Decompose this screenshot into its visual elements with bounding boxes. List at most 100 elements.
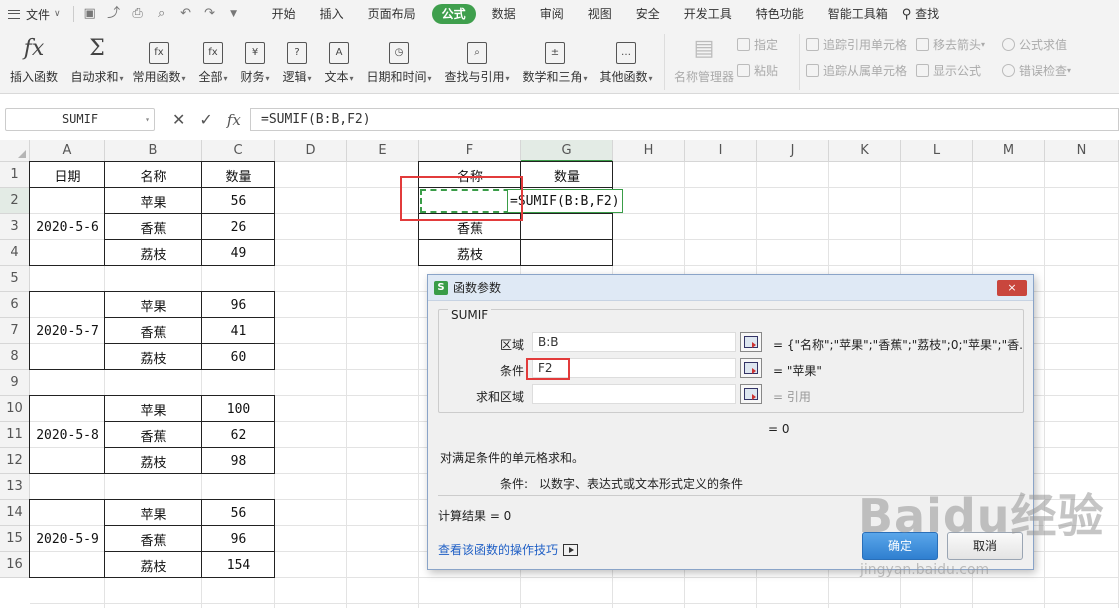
cell-name[interactable]: 苹果	[105, 500, 202, 526]
column-header-n[interactable]: N	[1045, 140, 1119, 162]
row-header-1[interactable]: 1	[0, 162, 30, 188]
cell-name[interactable]: 荔枝	[105, 448, 202, 474]
column-header-e[interactable]: E	[347, 140, 419, 162]
tab-page-layout[interactable]: 页面布局	[356, 0, 428, 28]
cell-qty[interactable]: 41	[202, 318, 275, 344]
row-header-8[interactable]: 8	[0, 344, 30, 370]
export-icon[interactable]: ⤴	[105, 5, 123, 23]
print-icon[interactable]: ⎙	[129, 5, 147, 23]
cell-f4[interactable]: 荔枝	[419, 240, 521, 266]
error-check-button[interactable]: 错误检查 ▾	[1002, 62, 1082, 79]
column-header-i[interactable]: I	[685, 140, 757, 162]
cell-name[interactable]: 香蕉	[105, 318, 202, 344]
formula-input[interactable]: =SUMIF(B:B,F2)	[250, 108, 1119, 131]
show-formula-button[interactable]: 显示公式	[916, 62, 1002, 79]
search-button[interactable]: ⚲ 查找	[900, 0, 951, 28]
tab-features[interactable]: 特色功能	[744, 0, 816, 28]
tab-insert[interactable]: 插入	[308, 0, 356, 28]
close-button[interactable]: ×	[997, 280, 1027, 296]
logic-button[interactable]: ? 逻辑▾	[276, 28, 318, 88]
tab-home[interactable]: 开始	[260, 0, 308, 28]
insert-function-button[interactable]: fx 插入函数	[0, 28, 68, 88]
range-picker-icon[interactable]	[740, 384, 762, 404]
dialog-title-bar[interactable]: S 函数参数	[428, 275, 1033, 301]
trace-precedents-button[interactable]: 追踪引用单元格	[806, 36, 916, 53]
row-header-13[interactable]: 13	[0, 474, 30, 500]
finance-button[interactable]: ¥ 财务▾	[234, 28, 276, 88]
row-header-6[interactable]: 6	[0, 292, 30, 318]
undo-icon[interactable]: ↶	[177, 5, 195, 23]
cell-qty[interactable]: 49	[202, 240, 275, 266]
save-icon[interactable]: ▣	[81, 5, 99, 23]
arg-input-range[interactable]: B:B	[532, 332, 736, 352]
cell-date[interactable]: 2020-5-6	[30, 188, 105, 266]
cell-qty[interactable]: 98	[202, 448, 275, 474]
tab-security[interactable]: 安全	[624, 0, 672, 28]
column-header-g[interactable]: G	[521, 140, 613, 162]
confirm-icon[interactable]: ✓	[199, 110, 212, 129]
row-header-5[interactable]: 5	[0, 266, 30, 292]
cell-qty[interactable]: 100	[202, 396, 275, 422]
tab-developer[interactable]: 开发工具	[672, 0, 744, 28]
cell-g1[interactable]: 数量	[521, 162, 613, 188]
cell-c1[interactable]: 数量	[202, 162, 275, 188]
cell-name[interactable]: 苹果	[105, 188, 202, 214]
cell-date[interactable]: 2020-5-7	[30, 292, 105, 370]
cell-a1[interactable]: 日期	[30, 162, 105, 188]
remove-arrows-button[interactable]: 移去箭头 ▾	[916, 36, 1002, 53]
tab-smart-toolbox[interactable]: 智能工具箱	[816, 0, 900, 28]
other-functions-button[interactable]: … 其他函数▾	[594, 28, 658, 88]
all-functions-button[interactable]: fx 全部▾	[192, 28, 234, 88]
cell-qty[interactable]: 62	[202, 422, 275, 448]
paste-button[interactable]: 粘贴	[737, 62, 793, 79]
cancel-icon[interactable]: ✕	[172, 110, 185, 129]
arg-input-sum-range[interactable]	[532, 384, 736, 404]
range-picker-icon[interactable]	[740, 358, 762, 378]
column-header-k[interactable]: K	[829, 140, 901, 162]
row-header-16[interactable]: 16	[0, 552, 30, 578]
cell-editor[interactable]: =SUMIF(B:B,F2)	[507, 189, 623, 213]
row-header-2[interactable]: 2	[0, 188, 30, 214]
lookup-button[interactable]: ⌕ 查找与引用▾	[438, 28, 516, 88]
row-header-14[interactable]: 14	[0, 500, 30, 526]
cell-qty[interactable]: 96	[202, 526, 275, 552]
trace-dependents-button[interactable]: 追踪从属单元格	[806, 62, 916, 79]
specify-button[interactable]: 指定	[737, 36, 793, 53]
cell-qty[interactable]: 26	[202, 214, 275, 240]
row-header-11[interactable]: 11	[0, 422, 30, 448]
cell-qty[interactable]: 96	[202, 292, 275, 318]
formula-eval-button[interactable]: 公式求值	[1002, 36, 1082, 53]
row-header-15[interactable]: 15	[0, 526, 30, 552]
column-header-a[interactable]: A	[30, 140, 105, 162]
cell-name[interactable]: 荔枝	[105, 552, 202, 578]
print-preview-icon[interactable]: ⌕	[153, 5, 171, 23]
cell-name[interactable]: 香蕉	[105, 422, 202, 448]
column-header-h[interactable]: H	[613, 140, 685, 162]
help-link[interactable]: 查看该函数的操作技巧	[438, 541, 579, 558]
redo-icon[interactable]: ↷	[201, 5, 219, 23]
cell-name[interactable]: 香蕉	[105, 526, 202, 552]
text-functions-button[interactable]: A 文本▾	[318, 28, 360, 88]
row-header-9[interactable]: 9	[0, 370, 30, 396]
row-header-3[interactable]: 3	[0, 214, 30, 240]
math-button[interactable]: ± 数学和三角▾	[516, 28, 594, 88]
row-header-10[interactable]: 10	[0, 396, 30, 422]
column-header-f[interactable]: F	[419, 140, 521, 162]
tab-review[interactable]: 审阅	[528, 0, 576, 28]
cell-date[interactable]: 2020-5-9	[30, 500, 105, 578]
column-header-d[interactable]: D	[275, 140, 347, 162]
cell-qty[interactable]: 56	[202, 500, 275, 526]
cell-qty[interactable]: 60	[202, 344, 275, 370]
select-all-corner[interactable]	[0, 140, 30, 162]
autosum-button[interactable]: Σ 自动求和▾	[68, 28, 126, 88]
column-header-c[interactable]: C	[202, 140, 275, 162]
name-manager-button[interactable]: ▤ 名称管理器	[671, 28, 737, 88]
column-header-b[interactable]: B	[105, 140, 202, 162]
tab-view[interactable]: 视图	[576, 0, 624, 28]
file-menu[interactable]: 文件 ∨	[0, 0, 69, 28]
cell-name[interactable]: 香蕉	[105, 214, 202, 240]
cell-date[interactable]: 2020-5-8	[30, 396, 105, 474]
name-box[interactable]: SUMIF ▾	[5, 108, 155, 131]
cell-name[interactable]: 苹果	[105, 396, 202, 422]
cell-name[interactable]: 苹果	[105, 292, 202, 318]
